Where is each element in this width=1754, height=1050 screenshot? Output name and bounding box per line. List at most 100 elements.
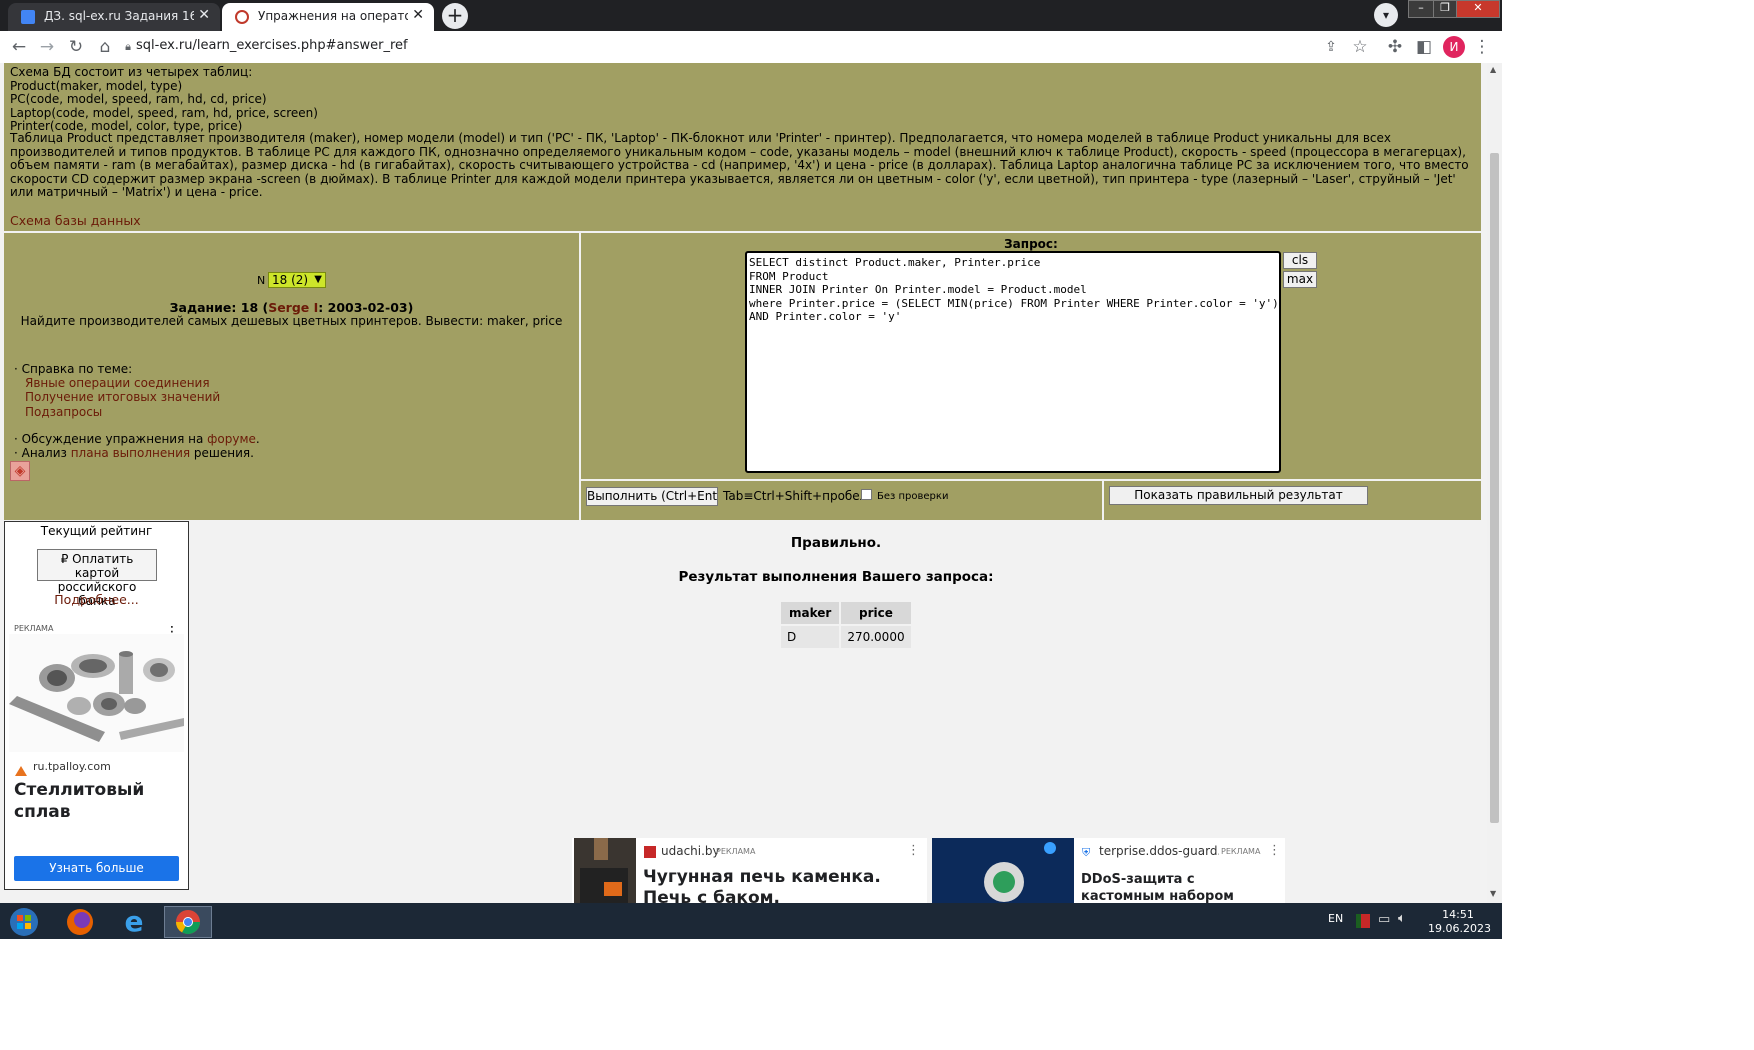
result-heading: Результат выполнения Вашего запроса: (678, 569, 994, 585)
help-link-aggregates[interactable]: Получение итоговых значений (25, 390, 220, 404)
ad-banner-ddos[interactable]: ⛨ terprise.ddos-guard.n РЕКЛАМА ⋮ DDoS-з… (932, 838, 1285, 903)
plan-prefix: · Анализ (14, 446, 71, 460)
ad-domain[interactable]: ru.tpalloy.com (33, 760, 111, 773)
task-text: Найдите производителей самых дешевых цве… (20, 314, 563, 328)
run-query-button[interactable]: Выполнить (Ctrl+Enter) (586, 487, 718, 506)
clock-date: 19.06.2023 (1428, 922, 1491, 935)
exercise-number-value: 18 (2) (272, 273, 309, 287)
maximize-button[interactable]: ❐ (1433, 0, 1457, 18)
task-prefix: Задание: 18 ( (169, 300, 269, 315)
schema-description: Таблица Product представляет производите… (10, 131, 1469, 199)
network-icon[interactable]: ▭ (1378, 912, 1390, 927)
language-indicator[interactable]: EN (1328, 912, 1343, 925)
exercise-number-select[interactable]: 18 (2) ▼ (268, 272, 326, 288)
shield-icon: ⛨ (1082, 846, 1091, 859)
bookmark-star-icon[interactable]: ☆ (1349, 36, 1371, 58)
volume-icon[interactable]: 🔈︎ (1398, 911, 1406, 926)
reload-icon[interactable]: ↻ (65, 36, 87, 58)
forum-suffix: . (255, 432, 260, 446)
browser-toolbar: ← → ↻ ⌂ 🔒︎ sql-ex.ru/learn_exercises.php… (0, 31, 1502, 64)
task-author: Serge I (268, 300, 319, 315)
new-tab-button[interactable]: + (442, 3, 468, 29)
result-table-wrap: maker price D 270.0000 (779, 600, 913, 650)
ad-menu-icon[interactable]: ⋮ (1268, 843, 1281, 858)
schema-table: PC(code, model, speed, ram, hd, cd, pric… (10, 92, 267, 106)
minimize-button[interactable]: – (1408, 0, 1434, 18)
page-content: Схема БД состоит из четырех таблиц: Prod… (0, 63, 1487, 903)
show-correct-result-button[interactable]: Показать правильный результат (1109, 486, 1368, 505)
home-icon[interactable]: ⌂ (94, 36, 116, 58)
task-suffix: : 2003-02-03) (318, 300, 414, 315)
ad-tag: РЕКЛАМА (716, 847, 756, 856)
no-check-checkbox[interactable] (861, 489, 872, 500)
cell-maker: D (781, 626, 840, 648)
profile-avatar[interactable]: И (1443, 36, 1465, 58)
scroll-down-icon[interactable]: ▼ (1490, 889, 1496, 898)
back-icon[interactable]: ← (8, 36, 30, 58)
tab-homework[interactable]: ДЗ. sql-ex.ru Задания 16-20 ✕ (8, 3, 220, 31)
firefox-icon[interactable] (56, 906, 104, 938)
help-title: · Справка по теме: (14, 362, 133, 376)
column-header-maker: maker (781, 602, 840, 624)
ad-tag: РЕКЛАМА (1221, 847, 1261, 856)
ad-menu-icon[interactable]: ⋮ (907, 843, 920, 858)
menu-icon[interactable]: ⋮ (1471, 36, 1493, 58)
browser-tab-strip: ДЗ. sql-ex.ru Задания 16-20 ✕ Упражнения… (0, 0, 1502, 31)
chrome-icon[interactable] (164, 906, 212, 938)
forward-icon[interactable]: → (36, 36, 58, 58)
schema-intro: Схема БД состоит из четырех таблиц: (10, 65, 253, 79)
start-button-icon[interactable] (2, 906, 46, 938)
rating-title: Текущий рейтинг (40, 524, 153, 538)
exercise-panel: N 18 (2) ▼ Задание: 18 (Serge I: 2003-02… (4, 233, 579, 520)
help-link-joins[interactable]: Явные операции соединения (25, 376, 210, 390)
diagram-icon[interactable]: ◈ (10, 461, 30, 481)
document-icon (21, 10, 35, 24)
plan-link[interactable]: плана выполнения (71, 446, 190, 460)
tab-exercises[interactable]: Упражнения на оператор SELECT ✕ (222, 3, 434, 31)
ad-ddos-image (932, 838, 1074, 903)
sql-query-editor[interactable]: SELECT distinct Product.maker, Printer.p… (745, 251, 1281, 473)
ad-domain: terprise.ddos-guard.n (1099, 844, 1219, 858)
forum-line: · Обсуждение упражнения на форуме. (14, 432, 260, 446)
close-window-button[interactable]: ✕ (1456, 0, 1500, 18)
ad-cta-button[interactable]: Узнать больше (14, 856, 179, 881)
internet-explorer-icon[interactable]: e (110, 906, 158, 938)
task-title: Задание: 18 (Serge I: 2003-02-03) (4, 300, 579, 315)
close-tab-icon[interactable]: ✕ (412, 7, 424, 23)
scroll-up-icon[interactable]: ▲ (1490, 65, 1496, 74)
tab-title: Упражнения на оператор SELECT (258, 9, 408, 23)
scrollbar-thumb[interactable] (1490, 153, 1499, 823)
pay-card-button[interactable]: ₽ Оплатить картой российского банка (37, 549, 157, 608)
maximize-editor-button[interactable]: max (1283, 271, 1317, 288)
address-bar[interactable]: sql-ex.ru/learn_exercises.php#answer_ref (136, 38, 408, 53)
extensions-icon[interactable]: ✣ (1384, 36, 1406, 58)
ad-headline: Чугунная печь каменка. Печь с баком. (643, 867, 881, 903)
tab-search-chevron-icon[interactable]: ▾ (1374, 3, 1398, 27)
schema-diagram-link[interactable]: Схема базы данных (10, 213, 141, 228)
table-row: D 270.0000 (781, 626, 911, 648)
forum-link[interactable]: форуме (207, 432, 256, 446)
no-check-label: Без проверки (877, 491, 949, 502)
sqlex-favicon-icon (235, 10, 249, 24)
more-link[interactable]: Подробнее... (5, 592, 188, 607)
side-panel-icon[interactable]: ◧ (1413, 36, 1435, 58)
clear-button[interactable]: cls (1283, 252, 1317, 269)
flag-tray-icon[interactable] (1356, 914, 1370, 928)
tab-hint: Tab≡Ctrl+Shift+пробел (723, 489, 868, 503)
ad-banner-stove[interactable]: udachi.by РЕКЛАМА ⋮ Чугунная печь каменк… (572, 838, 927, 903)
help-link-subqueries[interactable]: Подзапросы (25, 405, 102, 419)
ad-headline: DDoS-защита с кастомным набором правил ф… (1081, 872, 1234, 903)
forum-prefix: · Обсуждение упражнения на (14, 432, 208, 446)
clock[interactable]: 14:51 19.06.2023 (1428, 908, 1491, 936)
run-controls: Выполнить (Ctrl+Enter) Tab≡Ctrl+Shift+пр… (581, 481, 1102, 520)
ad-metal-parts-image[interactable] (9, 634, 184, 752)
ad-domain: udachi.by (661, 844, 720, 858)
column-header-price: price (841, 602, 911, 624)
result-header-row: maker price (781, 602, 911, 624)
page-scrollbar[interactable]: ▲ ▼ (1487, 63, 1502, 903)
ad-headline[interactable]: Стеллитовый сплав (14, 779, 174, 823)
plan-suffix: решения. (190, 446, 254, 460)
rating-box: Текущий рейтинг ₽ Оплатить картой россий… (4, 521, 189, 890)
close-tab-icon[interactable]: ✕ (198, 7, 210, 23)
share-icon[interactable]: ⇪ (1320, 36, 1342, 58)
